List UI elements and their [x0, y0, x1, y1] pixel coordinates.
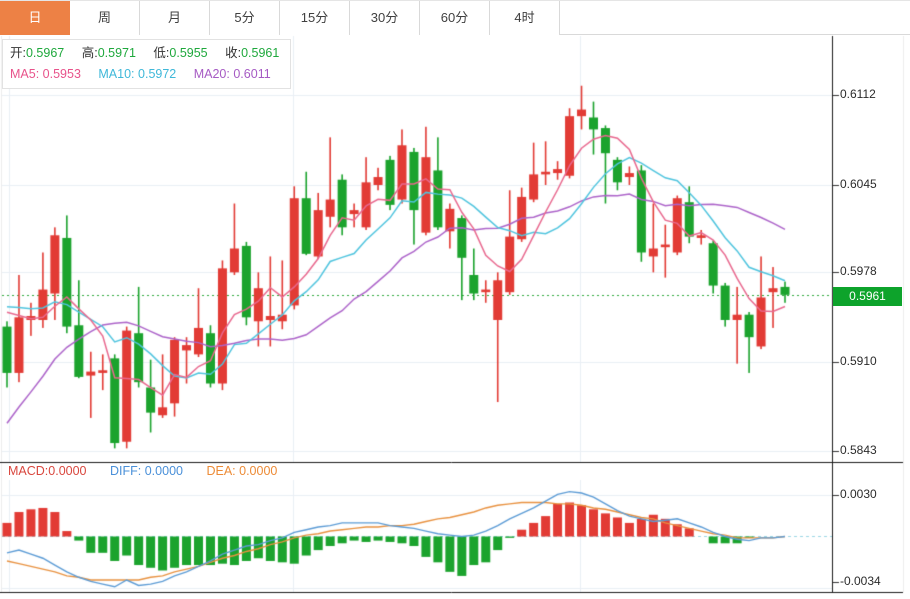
diff-label: DIFF:	[110, 464, 142, 478]
ma5-label: MA5:	[10, 67, 40, 81]
dea-value: 0.0000	[239, 464, 278, 478]
price-tick-0.5843: 0.5843	[840, 443, 877, 457]
ohlc-info-box: 开:0.5967 高:0.5971 低:0.5955 收:0.5961 MA5:…	[2, 39, 291, 89]
candlestick-chart-canvas[interactable]	[0, 0, 910, 599]
high-value: 0.5971	[97, 46, 136, 60]
price-tick-0.5978: 0.5978	[840, 264, 877, 278]
tab-15min[interactable]: 15分	[280, 1, 350, 35]
diff-value: 0.0000	[144, 464, 183, 478]
timeframe-tabbar: 日 周 月 5分 15分 30分 60分 4时	[0, 0, 910, 35]
macd-value: 0.0000	[48, 464, 87, 478]
kline-app: 日 周 月 5分 15分 30分 60分 4时 开:0.5967 高:0.597…	[0, 0, 910, 599]
price-tick-0.6112: 0.6112	[840, 87, 876, 101]
low-label: 低:	[153, 46, 170, 60]
ma10-value: 0.5972	[138, 67, 177, 81]
ma5-value: 0.5953	[42, 67, 81, 81]
price-tick-0.6045: 0.6045	[840, 177, 877, 191]
ma20-label: MA20:	[193, 67, 230, 81]
tab-30min[interactable]: 30分	[350, 1, 420, 35]
macd-tick-low: -0.0034	[840, 574, 881, 588]
open-label: 开:	[10, 46, 26, 60]
dea-label: DEA:	[206, 464, 236, 478]
ma10-label: MA10:	[98, 67, 135, 81]
open-value: 0.5967	[25, 46, 65, 60]
price-tick-0.5910: 0.5910	[840, 354, 877, 368]
ohlc-row: 开:0.5967 高:0.5971 低:0.5955 收:0.5961	[10, 43, 290, 64]
tab-4hour[interactable]: 4时	[490, 1, 560, 35]
tab-60min[interactable]: 60分	[420, 1, 490, 35]
tab-month[interactable]: 月	[140, 1, 210, 35]
high-label: 高:	[81, 46, 98, 60]
tab-5min[interactable]: 5分	[210, 1, 280, 35]
tab-day[interactable]: 日	[0, 1, 70, 35]
close-value: 0.5961	[241, 46, 280, 60]
ma20-value: 0.6011	[233, 67, 271, 81]
tab-week[interactable]: 周	[70, 1, 140, 35]
macd-indicator-row: MACD:0.0000 DIFF: 0.0000 DEA: 0.0000	[8, 463, 277, 480]
current-price-badge: 0.5961	[833, 287, 902, 306]
macd-label: MACD:	[8, 464, 49, 478]
ma-row: MA5: 0.5953 MA10: 0.5972 MA20: 0.6011	[10, 64, 290, 85]
low-value: 0.5955	[169, 46, 208, 60]
close-label: 收:	[225, 46, 242, 60]
macd-tick-high: 0.0030	[840, 487, 877, 501]
